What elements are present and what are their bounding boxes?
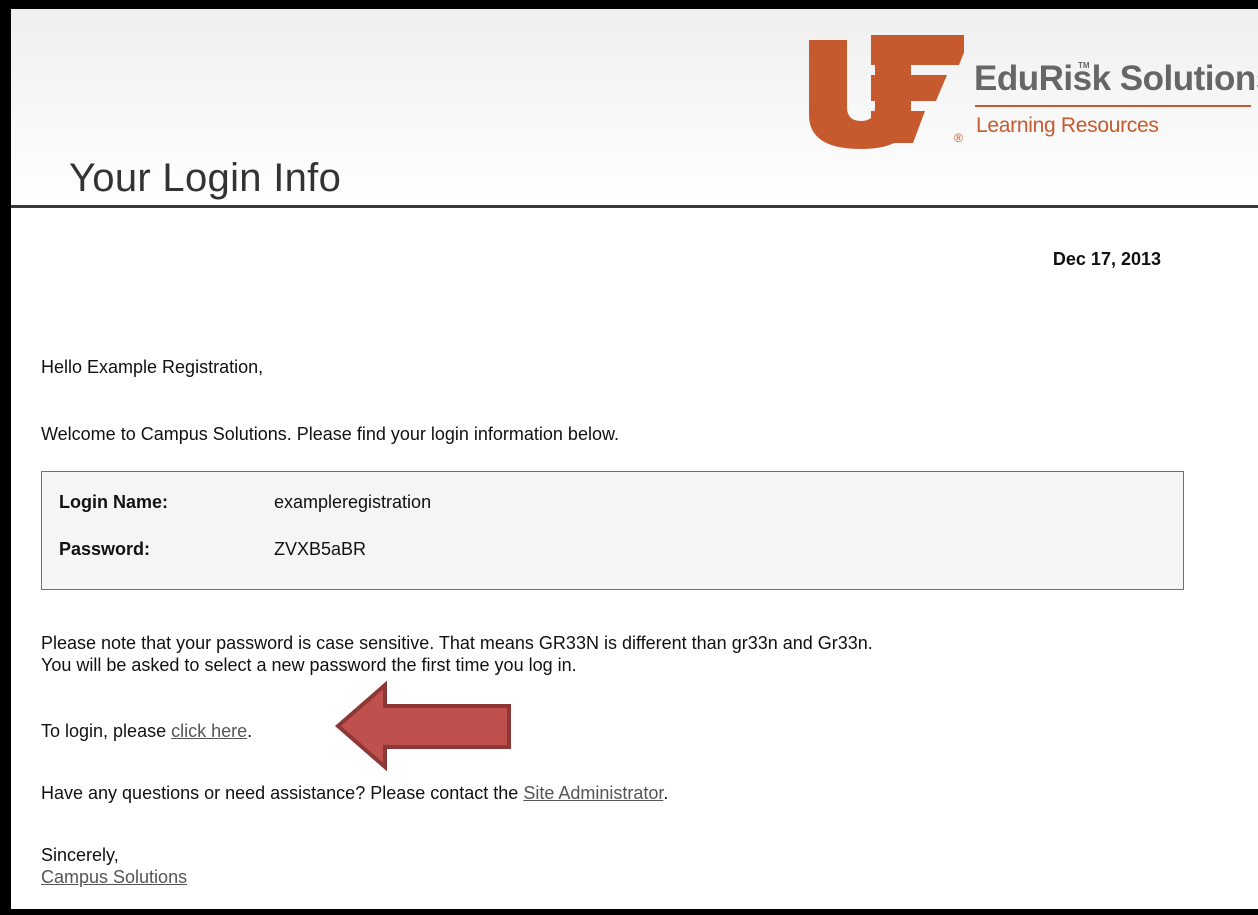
password-value: ZVXB5aBR	[274, 539, 367, 559]
login-prefix-text: To login, please	[41, 721, 172, 741]
login-name-label: Login Name:	[59, 492, 169, 512]
password-row: Password: ZVXB5aBR	[59, 538, 366, 560]
login-instruction: To login, please click here.	[41, 720, 252, 742]
signature: Sincerely, Campus Solutions	[41, 844, 187, 888]
logo-subtitle: Learning Resources	[976, 114, 1159, 137]
closing-text: Sincerely,	[41, 845, 119, 865]
login-name-value: exampleregistration	[274, 492, 432, 512]
welcome-text: Welcome to Campus Solutions. Please find…	[41, 424, 619, 444]
logo-trademark: TM	[1078, 61, 1090, 70]
campus-solutions-link[interactable]: Campus Solutions	[41, 867, 187, 887]
credentials-box: Login Name: exampleregistration Password:…	[41, 471, 1184, 590]
login-suffix-text: .	[247, 721, 253, 741]
left-arrow-icon	[334, 681, 511, 771]
header-divider	[11, 205, 1258, 208]
edurisk-logo: EduRisk Solutions TM Learning Resources …	[799, 25, 1258, 149]
logo-registered-mark: ®	[954, 131, 963, 145]
password-note-line-1: Please note that your password is case s…	[41, 633, 873, 653]
greeting-text: Hello Example Registration,	[41, 357, 264, 377]
password-label: Password:	[59, 539, 151, 559]
page-title: Your Login Info	[69, 156, 342, 200]
help-text: Have any questions or need assistance? P…	[41, 782, 668, 804]
login-name-row: Login Name: exampleregistration	[59, 491, 431, 513]
help-suffix-text: .	[663, 783, 669, 803]
logo-brand-text: EduRisk Solutions	[974, 59, 1258, 98]
help-prefix-text: Have any questions or need assistance? P…	[41, 783, 524, 803]
logo-divider	[975, 105, 1251, 107]
site-administrator-link[interactable]: Site Administrator	[523, 783, 663, 803]
click-here-link[interactable]: click here	[171, 721, 247, 741]
email-frame: EduRisk Solutions TM Learning Resources …	[0, 0, 1258, 915]
password-note: Please note that your password is case s…	[41, 632, 873, 676]
email-date: Dec 17, 2013	[1052, 249, 1161, 269]
password-note-line-2: You will be asked to select a new passwo…	[41, 655, 577, 675]
ue-logo-mark-icon	[809, 35, 964, 149]
